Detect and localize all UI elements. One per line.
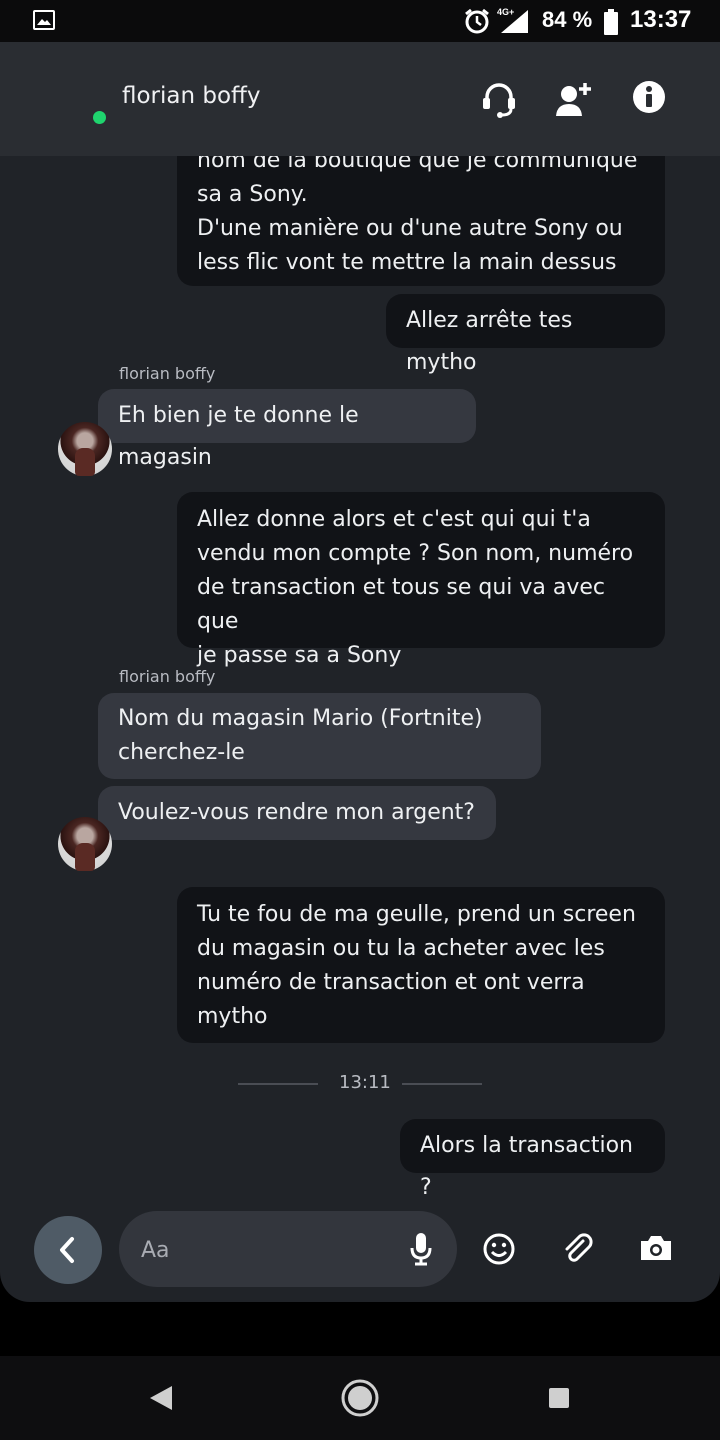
info-icon[interactable] [632,80,666,114]
battery-percentage: 84 % [542,7,593,32]
avatar[interactable] [58,817,112,871]
signal-4g-icon: 4G+ [497,7,528,33]
message-input[interactable] [139,1231,403,1269]
outgoing-message[interactable]: Alors la transaction ? [400,1119,665,1200]
clock: 13:37 [630,6,692,33]
alarm-icon [465,8,489,34]
sender-name: florian boffy [119,667,216,686]
gallery-notification-icon [33,10,55,30]
outgoing-message[interactable]: Tu te fou de ma geulle, prend un screen … [177,887,665,1043]
back-button[interactable] [34,1216,102,1284]
outgoing-message[interactable]: Allez donne alors et c'est qui qui t'a v… [177,492,665,668]
chevron-left-icon [60,1237,74,1263]
contact-name[interactable]: florian boffy [122,83,261,109]
emoji-icon[interactable] [482,1232,516,1266]
status-bar: 4G+ 84 % 13:37 [0,0,720,42]
incoming-message[interactable]: Nom du magasin Mario (Fortnite) cherchez… [98,693,541,779]
attachment-icon[interactable] [561,1232,595,1266]
sender-name: florian boffy [119,364,216,383]
avatar[interactable] [58,422,112,476]
nav-back-icon[interactable] [148,1384,174,1412]
microphone-icon[interactable] [409,1231,433,1267]
camera-icon[interactable] [638,1232,674,1264]
battery-icon [604,9,618,35]
outgoing-message[interactable]: Allez arrête tes mytho [386,294,665,375]
network-type-label: 4G+ [497,7,514,17]
headset-icon[interactable] [481,80,517,120]
system-navigation-bar [0,1356,720,1440]
incoming-message[interactable]: Eh bien je te donne le magasin [98,389,476,470]
chat-header: florian boffy [0,42,720,156]
divider [238,1083,318,1085]
message-input-container[interactable] [119,1211,457,1287]
nav-home-icon[interactable] [340,1378,380,1418]
message-list: nom de la boutique que je communique sa … [0,128,720,1206]
add-friend-icon[interactable] [554,80,594,120]
messenger-app: florian boffy nom de la boutique que je … [0,42,720,1302]
incoming-message[interactable]: Voulez-vous rendre mon argent? [98,786,496,840]
nav-recents-icon[interactable] [549,1388,569,1408]
online-status-indicator [93,111,106,124]
timestamp: 13:11 [339,1072,391,1093]
message-composer [0,1206,720,1302]
divider [402,1083,482,1085]
